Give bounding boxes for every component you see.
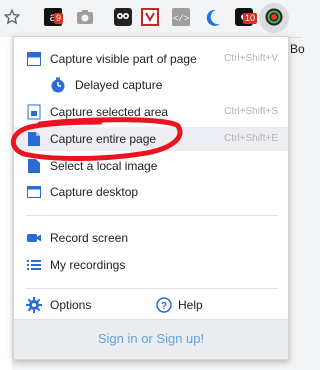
entire-page-icon [26,131,42,147]
menu-item-label: Capture visible part of page [50,52,197,66]
gear-icon [26,297,42,313]
visible-page-icon [26,51,42,67]
list-icon [26,257,42,273]
video-camera-icon [26,230,42,246]
svg-text:</>: </> [173,14,189,24]
capture-menu-popup: Capture visible part of page Ctrl+Shift+… [13,36,289,360]
page-background [0,37,12,370]
menu-item-capture-desktop[interactable]: Capture desktop [14,180,288,204]
shield-icon[interactable] [141,8,161,28]
shortcut-hint: Ctrl+Shift+E [224,133,278,144]
menu-item-record-screen[interactable]: Record screen [14,226,288,250]
options-button[interactable]: Options [14,293,144,317]
screenshot-extension-icon[interactable] [265,8,285,28]
menu-item-capture-selected[interactable]: Capture selected area Ctrl+Shift+S [14,100,288,124]
menu-item-delayed-capture[interactable]: Delayed capture [14,73,288,97]
notification-badge: 10 [243,13,258,24]
menu-item-capture-visible[interactable]: Capture visible part of page Ctrl+Shift+… [14,47,288,71]
menu-item-my-recordings[interactable]: My recordings [14,253,288,277]
svg-text:?: ? [161,301,167,312]
menu-item-label: Delayed capture [75,78,163,92]
code-icon[interactable]: </> [172,8,192,28]
camera-icon[interactable] [76,8,96,28]
star-icon[interactable] [3,8,23,28]
local-image-icon [26,158,42,174]
menu-item-label: Capture desktop [50,185,139,199]
shortcut-hint: Ctrl+Shift+V [224,53,278,64]
help-icon: ? [156,297,172,313]
menu-item-label: Capture selected area [50,105,169,119]
menu-item-label: Select a local image [50,159,158,173]
owl-icon[interactable] [114,8,134,28]
menu-item-label: Capture entire page [50,132,157,146]
menu-item-select-local-image[interactable]: Select a local image [14,154,288,178]
menu-item-label: My recordings [50,258,126,272]
menu-divider [26,215,278,216]
menu-item-capture-entire[interactable]: Capture entire page Ctrl+Shift+E [14,127,288,151]
page-text-fragment: Bo [290,42,305,56]
crescent-icon[interactable] [204,8,224,28]
desktop-icon [26,184,42,200]
browser-toolbar: a 9 </> 10 [0,0,302,37]
signin-footer: Sign in or Sign up! [14,319,288,359]
notification-badge: 9 [54,13,64,24]
options-label: Options [50,298,92,312]
signin-link[interactable]: Sign in or Sign up! [14,331,288,346]
shortcut-hint: Ctrl+Shift+S [224,106,278,117]
menu-item-label: Record screen [50,231,129,245]
help-button[interactable]: ? Help [154,293,274,317]
menu-divider [26,288,278,289]
timer-icon [50,77,66,93]
selected-area-icon [26,104,42,120]
help-label: Help [178,298,203,312]
